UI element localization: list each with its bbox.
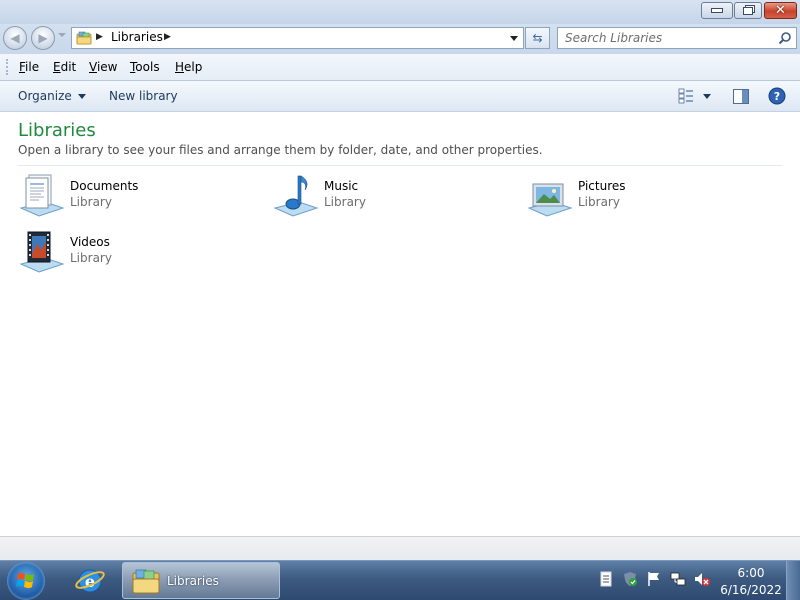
refresh-button[interactable]: ⇆ [525, 27, 550, 49]
refresh-icon: ⇆ [532, 31, 543, 45]
library-videos[interactable]: Videos Library [17, 228, 257, 278]
help-icon[interactable]: ? [768, 87, 786, 105]
preview-pane-icon[interactable] [733, 89, 749, 104]
address-history-dropdown[interactable] [510, 36, 518, 41]
library-type: Library [70, 195, 112, 209]
network-icon[interactable] [670, 571, 686, 587]
minimize-button[interactable] [701, 2, 733, 19]
minimize-icon [711, 8, 723, 13]
page-description: Open a library to see your files and arr… [18, 143, 543, 157]
maximize-button[interactable] [734, 2, 762, 19]
menu-bar: File Edit View Tools Help [0, 54, 800, 81]
clock-date[interactable]: 6/16/2022 [718, 583, 784, 597]
taskbar-window-label: Libraries [167, 574, 219, 588]
header-divider [18, 165, 782, 166]
search-box[interactable] [557, 27, 797, 49]
change-view-icon[interactable] [678, 88, 694, 104]
close-icon: ✕ [775, 3, 786, 18]
library-type: Library [70, 251, 112, 265]
navigation-bar: ◀ ▶ ▶ Libraries ▶ ⇆ [0, 24, 800, 54]
menu-view[interactable]: View [89, 60, 117, 74]
view-options-dropdown[interactable] [703, 94, 711, 99]
volume-muted-icon[interactable] [694, 571, 710, 587]
action-center-icon[interactable] [598, 571, 614, 587]
music-library-icon [273, 175, 319, 217]
pictures-library-icon [527, 183, 573, 217]
windows-logo-icon [16, 572, 34, 589]
forward-arrow-icon: ▶ [38, 31, 48, 45]
internet-explorer-icon: e [75, 569, 105, 593]
close-button[interactable]: ✕ [764, 2, 797, 19]
internet-explorer-button[interactable]: e [66, 563, 112, 598]
taskbar-libraries-window[interactable]: Libraries [122, 562, 280, 599]
window-title-bar[interactable]: ✕ [0, 0, 800, 24]
security-shield-icon[interactable] [622, 571, 638, 587]
library-name: Videos [70, 235, 110, 249]
show-desktop-button[interactable] [786, 561, 800, 600]
command-bar: Organize New library ? [0, 81, 800, 112]
breadcrumb-chevron-icon[interactable]: ▶ [164, 32, 171, 42]
library-pictures[interactable]: Pictures Library [525, 172, 765, 222]
address-bar[interactable]: ▶ Libraries ▶ [71, 27, 524, 49]
search-icon[interactable] [778, 31, 792, 45]
clock-time[interactable]: 6:00 [718, 566, 784, 580]
library-name: Music [324, 179, 359, 193]
start-button[interactable] [7, 562, 45, 600]
details-pane [0, 536, 800, 560]
taskbar: e Libraries 6:00 6/16/2022 [0, 560, 800, 600]
library-name: Pictures [578, 179, 626, 193]
organize-button[interactable]: Organize [18, 89, 86, 103]
library-type: Library [578, 195, 620, 209]
svg-text:?: ? [774, 90, 780, 103]
forward-button[interactable]: ▶ [31, 26, 55, 50]
menu-grip [6, 59, 10, 75]
menu-file[interactable]: File [19, 60, 39, 74]
page-title: Libraries [18, 120, 96, 141]
libraries-folder-icon [132, 569, 160, 594]
breadcrumb-libraries[interactable]: Libraries [111, 30, 163, 44]
menu-tools[interactable]: Tools [130, 60, 160, 74]
back-button[interactable]: ◀ [3, 26, 27, 50]
new-library-button[interactable]: New library [109, 89, 178, 103]
library-documents[interactable]: Documents Library [17, 172, 257, 222]
libraries-folder-icon [76, 31, 92, 45]
library-type: Library [324, 195, 366, 209]
recent-pages-dropdown[interactable] [58, 33, 66, 37]
menu-edit[interactable]: Edit [53, 60, 76, 74]
documents-library-icon [19, 174, 65, 217]
library-music[interactable]: Music Library [271, 172, 511, 222]
back-arrow-icon: ◀ [10, 31, 20, 45]
library-name: Documents [70, 179, 139, 193]
search-input[interactable] [558, 28, 775, 48]
videos-library-icon [19, 231, 65, 273]
flag-icon[interactable] [646, 571, 662, 587]
organize-label: Organize [18, 89, 72, 103]
chevron-down-icon [77, 94, 86, 99]
restore-icon [743, 6, 753, 15]
libraries-view[interactable]: Libraries Open a library to see your fil… [0, 112, 800, 587]
breadcrumb-separator-icon[interactable]: ▶ [96, 32, 103, 42]
menu-help[interactable]: Help [175, 60, 202, 74]
